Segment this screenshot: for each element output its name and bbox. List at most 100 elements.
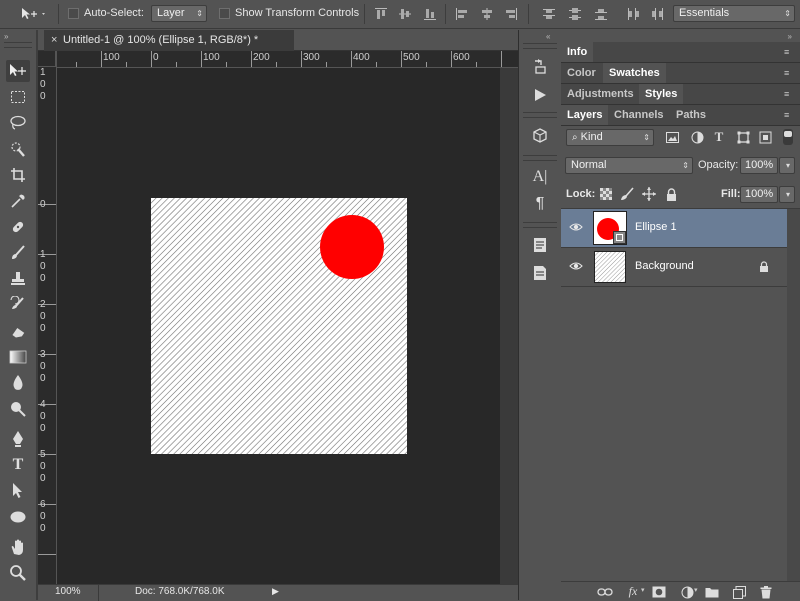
actions-play-icon[interactable] xyxy=(529,85,551,105)
layer-row-background[interactable]: Background xyxy=(561,248,787,287)
lock-image-pixels-icon[interactable] xyxy=(619,186,635,202)
align-right-edges-icon[interactable] xyxy=(504,7,518,24)
tab-swatches[interactable]: Swatches xyxy=(603,63,666,83)
blend-mode-dropdown[interactable]: Normal ⇕ xyxy=(565,157,693,174)
align-bottom-edges-icon[interactable] xyxy=(423,7,437,24)
filter-pixel-layers-icon[interactable] xyxy=(664,129,680,145)
distribute-right-icon[interactable] xyxy=(650,7,664,24)
tab-color[interactable]: Color xyxy=(561,63,602,83)
ellipse-tool-icon[interactable] xyxy=(6,506,30,528)
filter-shape-layers-icon[interactable] xyxy=(735,129,751,145)
workspace-dropdown[interactable]: Essentials ⇕ xyxy=(673,5,795,22)
blur-tool-icon[interactable] xyxy=(6,372,30,394)
ellipse-shape[interactable] xyxy=(320,215,384,279)
character-panel-icon[interactable]: A| xyxy=(529,167,551,187)
tab-paths[interactable]: Paths xyxy=(670,105,712,125)
new-layer-icon[interactable] xyxy=(731,584,747,600)
move-tool-preset-icon[interactable] xyxy=(20,6,48,22)
ruler-origin-corner[interactable] xyxy=(38,51,56,67)
add-layer-mask-icon[interactable] xyxy=(651,584,667,600)
opacity-stepper[interactable]: ▾ xyxy=(779,157,795,174)
quick-selection-tool-icon[interactable] xyxy=(6,138,30,160)
lasso-tool-icon[interactable] xyxy=(6,112,30,134)
opacity-input[interactable]: 100% xyxy=(740,157,778,174)
eye-icon[interactable] xyxy=(569,260,583,272)
filter-smart-objects-icon[interactable] xyxy=(757,129,773,145)
tab-styles[interactable]: Styles xyxy=(639,84,684,104)
filter-toggle-switch[interactable] xyxy=(783,129,793,145)
show-transform-checkbox[interactable] xyxy=(219,8,230,19)
auto-select-target-dropdown[interactable]: Layer ⇕ xyxy=(151,5,207,22)
filter-type-layers-icon[interactable]: T xyxy=(711,129,727,145)
healing-brush-tool-icon[interactable] xyxy=(6,216,30,238)
tab-adjustments[interactable]: Adjustments xyxy=(561,84,640,104)
horizontal-ruler[interactable]: 100 0 100 200 300 400 500 600 xyxy=(56,51,518,68)
distribute-left-icon[interactable] xyxy=(626,7,640,24)
filter-adjustment-layers-icon[interactable] xyxy=(689,129,705,145)
layers-scrollbar[interactable] xyxy=(787,209,800,581)
notes-panel-icon[interactable] xyxy=(529,235,551,255)
brush-tool-icon[interactable] xyxy=(6,242,30,264)
auto-select-checkbox[interactable] xyxy=(68,8,79,19)
clone-stamp-tool-icon[interactable] xyxy=(6,268,30,290)
layer-name[interactable]: Ellipse 1 xyxy=(635,221,677,233)
dodge-tool-icon[interactable] xyxy=(6,398,30,420)
distribute-top-icon[interactable] xyxy=(542,7,556,24)
properties-panel-icon[interactable] xyxy=(529,263,551,283)
new-adjustment-layer-icon[interactable] xyxy=(679,584,695,600)
path-selection-tool-icon[interactable] xyxy=(6,480,30,502)
layer-style-fx-icon[interactable]: fx xyxy=(625,583,641,599)
status-menu-arrow-icon[interactable]: ▶ xyxy=(272,586,279,597)
layer-thumbnail[interactable] xyxy=(593,211,627,245)
move-tool-icon[interactable] xyxy=(6,60,30,82)
align-top-edges-icon[interactable] xyxy=(374,7,388,24)
fx-menu-arrow-icon[interactable]: ▾ xyxy=(641,586,645,594)
pen-tool-icon[interactable] xyxy=(6,428,30,450)
paragraph-panel-icon[interactable]: ¶ xyxy=(529,194,551,214)
gradient-tool-icon[interactable] xyxy=(6,346,30,368)
canvas[interactable] xyxy=(151,198,407,454)
panel-expand-icon[interactable]: « xyxy=(546,32,550,41)
distribute-vertical-centers-icon[interactable] xyxy=(568,7,582,24)
hand-tool-icon[interactable] xyxy=(6,536,30,558)
eraser-tool-icon[interactable] xyxy=(6,320,30,342)
lock-position-icon[interactable] xyxy=(641,186,657,202)
history-brush-tool-icon[interactable] xyxy=(6,294,30,316)
tab-layers[interactable]: Layers xyxy=(561,105,609,125)
tab-channels[interactable]: Channels xyxy=(608,105,670,125)
lock-all-icon[interactable] xyxy=(663,186,679,202)
tab-info[interactable]: Info xyxy=(561,42,594,62)
vertical-ruler[interactable]: 100 0 100 200 300 400 500 600 xyxy=(38,51,57,584)
close-icon[interactable]: × xyxy=(51,30,57,51)
panel-menu-icon[interactable]: ≡ xyxy=(784,110,794,120)
document-tab[interactable]: × Untitled-1 @ 100% (Ellipse 1, RGB/8*) … xyxy=(44,30,294,51)
layer-name[interactable]: Background xyxy=(635,260,694,272)
eye-icon[interactable] xyxy=(569,221,583,233)
eyedropper-tool-icon[interactable] xyxy=(6,190,30,212)
crop-tool-icon[interactable] xyxy=(6,164,30,186)
type-tool-icon[interactable]: T xyxy=(6,454,30,476)
delete-layer-trash-icon[interactable] xyxy=(758,584,774,600)
align-vertical-centers-icon[interactable] xyxy=(398,7,412,24)
layer-filter-kind-dropdown[interactable]: ⌕ Kind ⇕ xyxy=(566,129,654,146)
layer-row-ellipse[interactable]: Ellipse 1 xyxy=(561,209,787,248)
align-horizontal-centers-icon[interactable] xyxy=(480,7,494,24)
marquee-tool-icon[interactable] xyxy=(6,86,30,108)
panel-menu-icon[interactable]: ≡ xyxy=(784,68,794,78)
distribute-bottom-icon[interactable] xyxy=(594,7,608,24)
panel-menu-icon[interactable]: ≡ xyxy=(784,89,794,99)
fill-input[interactable]: 100% xyxy=(740,186,778,203)
history-panel-icon[interactable] xyxy=(529,56,551,76)
lock-transparent-pixels-icon[interactable] xyxy=(598,186,614,202)
dock-collapse-icon[interactable]: » xyxy=(788,32,792,41)
zoom-tool-icon[interactable] xyxy=(6,562,30,584)
panel-menu-icon[interactable]: ≡ xyxy=(784,47,794,57)
new-group-folder-icon[interactable] xyxy=(704,584,720,600)
3d-panel-icon[interactable] xyxy=(529,126,551,146)
panel-collapse-icon[interactable]: » xyxy=(4,32,8,41)
adjustment-menu-arrow-icon[interactable]: ▾ xyxy=(694,586,698,594)
zoom-level[interactable]: 100% xyxy=(55,586,81,597)
fill-stepper[interactable]: ▾ xyxy=(779,186,795,203)
layer-thumbnail[interactable] xyxy=(594,251,626,283)
align-left-edges-icon[interactable] xyxy=(455,7,469,24)
